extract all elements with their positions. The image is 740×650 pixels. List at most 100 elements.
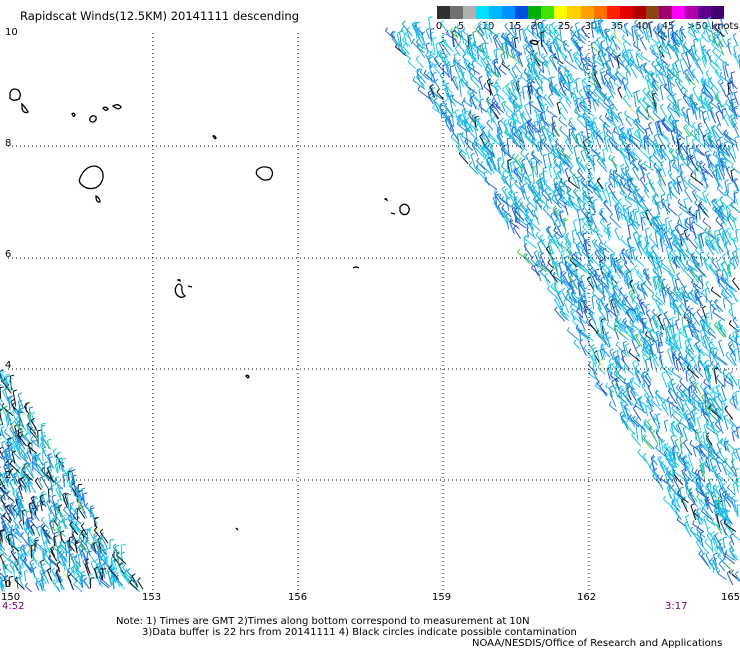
wind-barb-tick: [715, 110, 720, 114]
wind-barb-tick: [411, 38, 415, 43]
wind-barb-tick: [727, 182, 732, 185]
wind-barb-tick: [671, 484, 675, 489]
wind-barb: [470, 154, 477, 169]
wind-barb-tick: [599, 218, 603, 223]
wind-barb: [639, 38, 647, 51]
wind-barb: [706, 518, 716, 527]
wind-barb-tick: [582, 232, 587, 235]
wind-barb-tick: [525, 54, 530, 59]
wind-barb-tick: [696, 308, 701, 313]
wind-barb-tick: [697, 344, 701, 350]
wind-barb-tick: [679, 26, 684, 30]
wind-barb: [567, 288, 571, 300]
wind-barb-tick: [493, 189, 497, 194]
wind-barb: [415, 58, 424, 69]
wind-barb-tick: [585, 238, 590, 241]
wind-barb-tick: [730, 71, 736, 74]
wind-barb: [558, 119, 568, 128]
wind-barb-tick: [712, 24, 715, 29]
wind-barb: [591, 296, 595, 309]
wind-barb-tick: [634, 365, 638, 369]
wind-barb-tick: [710, 531, 715, 535]
wind-barb-tick: [726, 372, 730, 376]
wind-barb-tick: [600, 70, 605, 74]
wind-barb-tick: [521, 158, 526, 162]
wind-barb: [675, 321, 679, 331]
wind-barb-tick: [531, 23, 536, 27]
wind-barb-tick: [519, 28, 524, 31]
wind-barb-tick: [624, 342, 629, 346]
wind-barb-tick: [426, 42, 431, 45]
wind-barb-tick: [454, 109, 460, 112]
wind-barb-tick: [676, 175, 681, 179]
wind-barb-tick: [537, 31, 541, 36]
wind-barb-tick: [647, 133, 651, 138]
wind-barb: [625, 118, 633, 127]
wind-barb: [488, 83, 492, 96]
wind-barb-tick: [656, 413, 661, 416]
wind-barb: [572, 221, 578, 236]
wind-barb: [687, 495, 699, 508]
wind-barb-tick: [542, 153, 547, 157]
wind-barb: [470, 78, 480, 89]
wind-barb-tick: [551, 195, 555, 199]
wind-barb-tick: [509, 121, 513, 126]
wind-barb: [735, 337, 740, 353]
wind-barb-tick: [660, 84, 665, 87]
wind-barb: [631, 434, 642, 447]
wind-barb: [658, 440, 661, 451]
wind-barb-tick: [677, 287, 681, 292]
wind-barb: [453, 54, 456, 66]
wind-barb-tick: [712, 169, 716, 173]
wind-barb-tick: [643, 160, 647, 165]
wind-barb-tick: [716, 91, 721, 94]
wind-barb: [711, 289, 722, 298]
wind-barb-tick: [601, 318, 606, 321]
wind-barb: [670, 506, 681, 519]
wind-barb: [659, 106, 668, 119]
wind-barb: [705, 195, 712, 207]
wind-barb: [633, 92, 637, 108]
wind-barb-tick: [559, 261, 564, 264]
wind-barb: [603, 262, 612, 274]
wind-barb-tick: [690, 503, 695, 507]
wind-barb-tick: [704, 23, 708, 28]
wind-barb-tick: [719, 71, 722, 76]
wind-barb-tick: [565, 294, 569, 298]
wind-barb: [614, 229, 621, 241]
wind-barb-tick: [694, 469, 698, 473]
wind-barb-tick: [473, 23, 477, 28]
wind-barb-tick: [653, 133, 658, 137]
wind-barb-tick: [543, 138, 547, 143]
wind-barb: [704, 261, 709, 271]
wind-barb-tick: [560, 241, 564, 246]
wind-barb-tick: [698, 160, 703, 164]
wind-barb-tick: [655, 330, 660, 333]
wind-barb-tick: [725, 351, 729, 356]
wind-barb-tick: [692, 355, 697, 359]
wind-barb-tick: [635, 117, 639, 122]
wind-barb-tick: [575, 21, 580, 25]
wind-barb-tick: [594, 381, 598, 387]
wind-barb-tick: [550, 283, 554, 288]
wind-barb-tick: [562, 40, 567, 43]
wind-barb-tick: [569, 25, 573, 30]
wind-barb-tick: [689, 307, 694, 310]
wind-barb-tick: [544, 179, 548, 184]
wind-barb-tick: [634, 264, 638, 269]
wind-barb-tick: [592, 116, 597, 120]
wind-barb-tick: [595, 268, 600, 271]
wind-barb-tick: [734, 570, 739, 575]
wind-barb: [567, 330, 580, 341]
wind-barb: [555, 141, 564, 150]
wind-barb: [733, 180, 740, 192]
wind-barb-tick: [504, 22, 508, 27]
wind-barb-tick: [644, 183, 649, 186]
wind-barb: [722, 370, 726, 387]
wind-barb: [522, 175, 533, 184]
wind-barb-tick: [568, 128, 574, 131]
wind-barb-tick: [549, 41, 554, 45]
wind-barb-tick: [602, 188, 607, 192]
wind-barb-tick: [733, 44, 738, 48]
wind-barb-tick: [556, 236, 561, 240]
